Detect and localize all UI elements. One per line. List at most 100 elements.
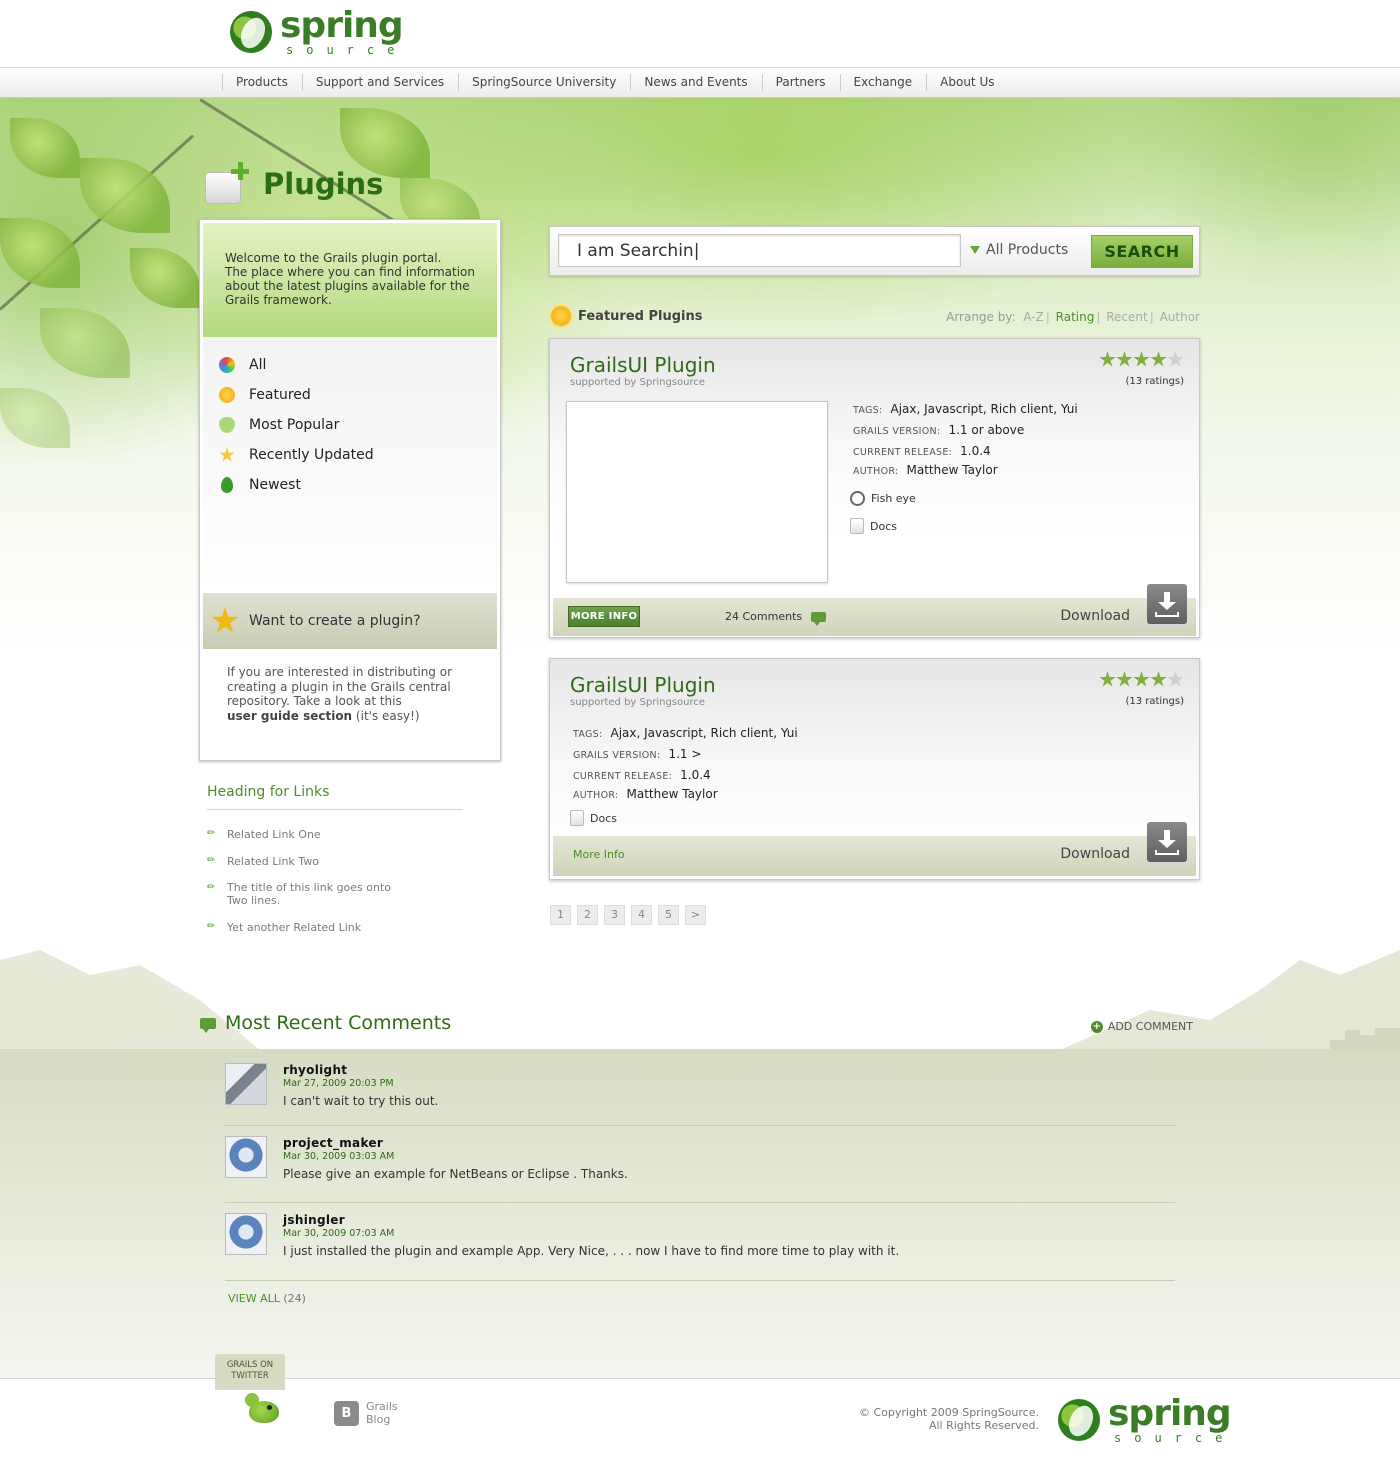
logo-word: spring <box>280 5 404 46</box>
twitter-label: TWITTER <box>231 1371 269 1381</box>
springsource-footer-logo[interactable]: spring source <box>1058 1396 1235 1444</box>
related-link[interactable]: ✏ Related Link Two <box>207 855 319 868</box>
nav-products[interactable]: Products <box>222 74 302 91</box>
download-label[interactable]: Download <box>1060 608 1130 624</box>
related-link[interactable]: ✏ Related Link One <box>207 828 321 841</box>
ratings-count: (13 ratings) <box>1125 696 1184 707</box>
sort-az[interactable]: A-Z <box>1023 310 1044 324</box>
nav-about-us[interactable]: About Us <box>926 74 1008 91</box>
download-button[interactable] <box>1147 822 1187 862</box>
star-icon[interactable] <box>1099 351 1116 367</box>
avatar[interactable] <box>225 1063 267 1105</box>
resource-fish-eye[interactable]: Fish eye <box>850 491 916 506</box>
grails-blog-link[interactable]: GrailsBlog <box>334 1400 398 1426</box>
avatar[interactable] <box>225 1136 267 1178</box>
filter-newest[interactable]: Newest <box>219 477 301 493</box>
fish-eye-icon <box>850 491 865 506</box>
star-icon[interactable] <box>1150 671 1167 687</box>
featured-header: Featured Plugins <box>551 306 702 326</box>
related-link-label: Yet another Related Link <box>227 921 362 934</box>
related-link-label: Two lines. <box>227 894 281 907</box>
plugin-title[interactable]: GrailsUI Plugin <box>570 673 716 697</box>
filter-most-popular[interactable]: Most Popular <box>219 417 339 433</box>
twitter-tab[interactable]: GRAILS ON TWITTER <box>215 1354 285 1390</box>
star-icon[interactable] <box>1167 671 1184 687</box>
related-link-label: Related Link Two <box>227 855 319 868</box>
page-3[interactable]: 3 <box>604 905 625 925</box>
comment-user[interactable]: project_maker <box>283 1136 383 1150</box>
page-5[interactable]: 5 <box>658 905 679 925</box>
search-input[interactable] <box>558 234 961 267</box>
plugin-author: AUTHOR: Matthew Taylor <box>853 463 998 477</box>
sidebar-panel: Welcome to the Grails plugin portal. The… <box>199 219 501 761</box>
related-link[interactable]: ✏ The title of this link goes onto Two li… <box>207 881 391 907</box>
create-text-line: repository. Take a look at this <box>227 694 402 708</box>
springsource-logo[interactable]: spring source <box>230 8 407 56</box>
nav-news-events[interactable]: News and Events <box>630 74 761 91</box>
plugin-current-release: CURRENT RELEASE: 1.0.4 <box>853 444 991 458</box>
divider <box>225 1202 1175 1203</box>
comment-user[interactable]: rhyolight <box>283 1063 347 1077</box>
plugin-supported-by: supported by Springsource <box>570 377 705 388</box>
link-icon: ✏ <box>207 921 216 932</box>
star-icon[interactable] <box>1116 671 1133 687</box>
search-button[interactable]: SEARCH <box>1091 235 1193 268</box>
comment-time: Mar 30, 2009 03:03 AM <box>283 1151 395 1162</box>
plugin-current-release: CURRENT RELEASE: 1.0.4 <box>573 768 711 782</box>
star-icon[interactable] <box>1133 351 1150 367</box>
welcome-box: Welcome to the Grails plugin portal. The… <box>203 223 497 337</box>
download-button[interactable] <box>1147 584 1187 624</box>
plugin-card-footer: More Info Download <box>553 836 1196 876</box>
filter-label: Recently Updated <box>249 447 374 463</box>
welcome-text: The place where you can find information <box>225 265 475 279</box>
page-2[interactable]: 2 <box>577 905 598 925</box>
user-guide-link[interactable]: user guide section <box>227 709 352 723</box>
nav-partners[interactable]: Partners <box>761 74 840 91</box>
document-icon <box>570 810 584 826</box>
page-4[interactable]: 4 <box>631 905 652 925</box>
leaf-decoration <box>10 118 80 178</box>
download-label[interactable]: Download <box>1060 846 1130 862</box>
resource-docs[interactable]: Docs <box>570 810 617 826</box>
plugin-card-footer: MORE INFO 24 Comments Download <box>553 598 1196 636</box>
star-icon[interactable] <box>1099 671 1116 687</box>
nav-support-services[interactable]: Support and Services <box>301 74 458 91</box>
nav-exchange[interactable]: Exchange <box>839 74 927 91</box>
filter-all[interactable]: All <box>219 357 266 373</box>
rating-stars[interactable] <box>1099 351 1184 368</box>
resource-docs[interactable]: Docs <box>850 518 897 534</box>
more-info-link[interactable]: More Info <box>573 848 625 861</box>
sort-recent[interactable]: Recent <box>1106 310 1147 324</box>
filter-recently-updated[interactable]: Recently Updated <box>219 447 374 463</box>
star-icon[interactable] <box>1133 671 1150 687</box>
create-plugin-text: If you are interested in distributing or… <box>227 665 477 723</box>
page-1[interactable]: 1 <box>550 905 571 925</box>
comment-time: Mar 27, 2009 20:03 PM <box>283 1078 394 1089</box>
comment-user[interactable]: jshingler <box>283 1213 345 1227</box>
product-dropdown[interactable]: All Products <box>970 242 1068 258</box>
page-next[interactable]: > <box>685 905 706 925</box>
plugin-title[interactable]: GrailsUI Plugin <box>570 353 716 377</box>
twitter-bird-icon[interactable] <box>245 1393 287 1429</box>
related-link[interactable]: ✏ Yet another Related Link <box>207 921 361 934</box>
main-nav: Products Support and Services SpringSour… <box>0 68 1400 98</box>
view-all-link[interactable]: VIEW ALL (24) <box>228 1292 306 1305</box>
star-icon[interactable] <box>1167 351 1184 367</box>
plugin-grails-version: GRAILS VERSION: 1.1 or above <box>853 423 1025 437</box>
spring-leaf-icon <box>230 11 272 53</box>
star-icon[interactable] <box>1116 351 1133 367</box>
arrange-label: Arrange by: <box>946 310 1016 324</box>
avatar[interactable] <box>225 1213 267 1255</box>
comments-link[interactable]: 24 Comments <box>725 610 827 626</box>
filter-featured[interactable]: Featured <box>219 387 311 403</box>
sort-author[interactable]: Author <box>1160 310 1200 324</box>
nav-springsource-university[interactable]: SpringSource University <box>458 74 630 91</box>
rating-stars[interactable] <box>1099 671 1184 688</box>
spring-leaf-icon <box>1058 1399 1100 1441</box>
star-icon[interactable] <box>1150 351 1167 367</box>
plugin-screenshot <box>566 401 828 583</box>
more-info-button[interactable]: MORE INFO <box>568 606 640 627</box>
sort-rating[interactable]: Rating <box>1056 310 1095 324</box>
divider <box>225 1125 1175 1126</box>
add-comment-button[interactable]: + ADD COMMENT <box>1090 1020 1193 1033</box>
